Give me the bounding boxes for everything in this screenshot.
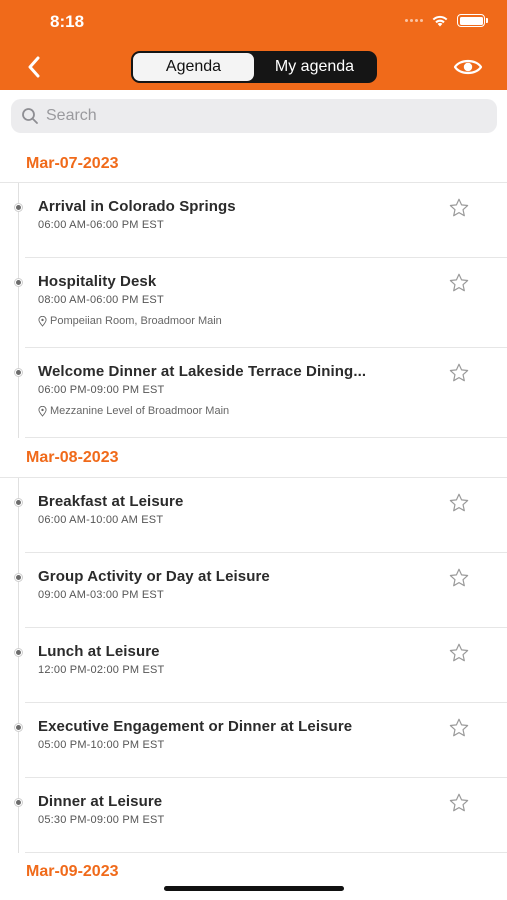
session-item[interactable]: Breakfast at Leisure 06:00 AM-10:00 AM E…	[15, 478, 507, 553]
search-bar[interactable]	[11, 99, 497, 133]
timeline-line	[18, 258, 19, 348]
timeline-dot	[15, 799, 22, 806]
search-icon	[22, 108, 38, 124]
session-time: 09:00 AM-03:00 PM EST	[38, 589, 164, 601]
session-location-text: Mezzanine Level of Broadmoor Main	[50, 405, 230, 417]
session-location-text: Pompeiian Room, Broadmoor Main	[50, 315, 222, 327]
status-icons	[405, 14, 488, 27]
session-item[interactable]: Lunch at Leisure 12:00 PM-02:00 PM EST	[15, 628, 507, 703]
session-title: Welcome Dinner at Lakeside Terrace Dinin…	[38, 363, 367, 380]
session-item[interactable]: Executive Engagement or Dinner at Leisur…	[15, 703, 507, 778]
session-item[interactable]: Group Activity or Day at Leisure 09:00 A…	[15, 553, 507, 628]
session-time: 05:00 PM-10:00 PM EST	[38, 739, 165, 751]
star-icon[interactable]	[448, 792, 470, 814]
timeline-line	[18, 703, 19, 778]
session-title: Breakfast at Leisure	[38, 493, 184, 510]
session-time: 06:00 PM-09:00 PM EST	[38, 384, 165, 396]
star-icon[interactable]	[448, 642, 470, 664]
back-button[interactable]	[20, 52, 48, 82]
home-indicator	[164, 886, 344, 891]
timeline-dot	[15, 724, 22, 731]
timeline-dot	[15, 279, 22, 286]
wifi-icon	[432, 15, 448, 27]
timeline-line	[18, 183, 19, 258]
location-pin-icon	[38, 315, 47, 327]
timeline-line	[18, 628, 19, 703]
session-title: Hospitality Desk	[38, 273, 157, 290]
date-header: Mar-08-2023	[0, 438, 507, 478]
timeline-line	[18, 553, 19, 628]
timeline-line	[18, 778, 19, 853]
timeline-line	[18, 348, 19, 438]
session-item[interactable]: Dinner at Leisure 05:30 PM-09:00 PM EST	[15, 778, 507, 853]
session-time: 06:00 AM-10:00 AM EST	[38, 514, 164, 526]
session-time: 08:00 AM-06:00 PM EST	[38, 294, 164, 306]
session-item[interactable]: Welcome Dinner at Lakeside Terrace Dinin…	[15, 348, 507, 438]
status-time: 8:18	[50, 12, 85, 31]
top-bar: 8:18 Agenda My agenda	[0, 0, 507, 90]
battery-icon	[457, 14, 488, 27]
timeline-line	[18, 478, 19, 553]
star-icon[interactable]	[448, 567, 470, 589]
tab-agenda[interactable]: Agenda	[133, 53, 254, 81]
timeline-dot	[15, 204, 22, 211]
session-time: 12:00 PM-02:00 PM EST	[38, 664, 165, 676]
timeline-dot	[15, 369, 22, 376]
session-item[interactable]: Hospitality Desk 08:00 AM-06:00 PM EST P…	[15, 258, 507, 348]
session-time: 05:30 PM-09:00 PM EST	[38, 814, 165, 826]
session-title: Executive Engagement or Dinner at Leisur…	[38, 718, 353, 735]
star-icon[interactable]	[448, 197, 470, 219]
session-title: Group Activity or Day at Leisure	[38, 568, 270, 585]
visibility-button[interactable]	[453, 55, 483, 79]
timeline-dot	[15, 499, 22, 506]
chevron-left-icon	[28, 56, 40, 78]
session-title: Dinner at Leisure	[38, 793, 163, 810]
session-time: 06:00 AM-06:00 PM EST	[38, 219, 164, 231]
timeline-dot	[15, 649, 22, 656]
star-icon[interactable]	[448, 717, 470, 739]
session-location: Pompeiian Room, Broadmoor Main	[38, 315, 447, 327]
search-input[interactable]	[46, 107, 466, 125]
agenda-list: Mar-07-2023 Arrival in Colorado Springs …	[0, 145, 507, 891]
session-title: Lunch at Leisure	[38, 643, 160, 660]
session-item[interactable]: Arrival in Colorado Springs 06:00 AM-06:…	[15, 183, 507, 258]
agenda-segmented-control: Agenda My agenda	[131, 51, 377, 83]
session-location: Mezzanine Level of Broadmoor Main	[38, 405, 447, 417]
star-icon[interactable]	[448, 272, 470, 294]
eye-icon	[453, 59, 483, 75]
location-pin-icon	[38, 405, 47, 417]
timeline-dot	[15, 574, 22, 581]
star-icon[interactable]	[448, 362, 470, 384]
tab-my-agenda[interactable]: My agenda	[254, 53, 375, 81]
date-header: Mar-07-2023	[0, 145, 507, 183]
star-icon[interactable]	[448, 492, 470, 514]
signal-icon	[405, 19, 423, 22]
session-title: Arrival in Colorado Springs	[38, 198, 236, 215]
